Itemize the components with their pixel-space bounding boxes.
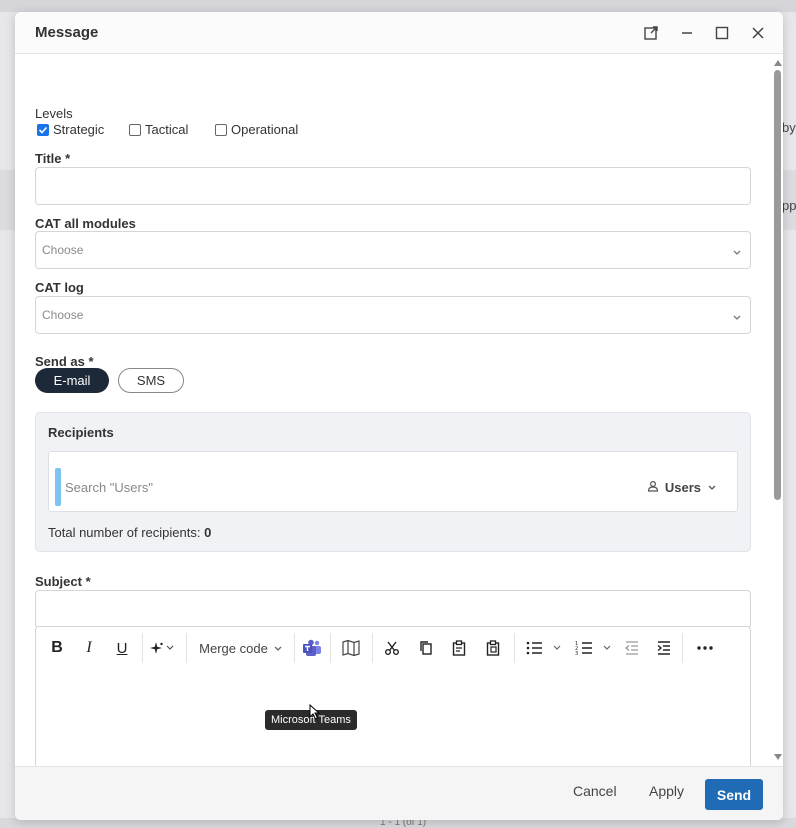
dialog-footer: Cancel Apply Send [15, 766, 783, 820]
italic-icon[interactable]: I [78, 635, 100, 661]
numbered-list-icon[interactable]: 123 [572, 635, 618, 661]
dialog-body: Levels Strategic Tactical Operational Ti… [15, 54, 771, 766]
popout-icon[interactable] [639, 21, 663, 45]
svg-text:3: 3 [575, 651, 578, 656]
more-icon[interactable] [692, 635, 718, 661]
cat-log-placeholder: Choose [42, 308, 84, 322]
recipients-search-box[interactable]: Search "Users" Users [48, 451, 738, 512]
toolbar-separator [186, 633, 187, 663]
toolbar-separator [682, 633, 683, 663]
bullet-list-icon[interactable] [522, 635, 568, 661]
toolbar-separator [294, 633, 295, 663]
recipients-total: Total number of recipients: 0 [48, 525, 212, 540]
level-tactical-option[interactable]: Tactical [129, 122, 188, 137]
cancel-button[interactable]: Cancel [573, 783, 617, 799]
levels-label: Levels [35, 106, 73, 121]
maximize-icon[interactable] [710, 21, 734, 45]
tactical-checkbox[interactable] [129, 123, 141, 136]
strategic-label: Strategic [53, 122, 105, 137]
tactical-label: Tactical [145, 122, 189, 137]
minimize-icon[interactable] [675, 21, 699, 45]
close-icon[interactable] [746, 21, 770, 45]
recipients-title: Recipients [48, 425, 114, 440]
search-focus-indicator [55, 468, 61, 506]
cat-all-modules-placeholder: Choose [42, 243, 84, 257]
chevron-down-icon [732, 309, 742, 327]
cat-log-label: CAT log [35, 280, 84, 295]
outdent-icon[interactable] [620, 635, 644, 661]
chevron-down-icon [732, 244, 742, 262]
background-text: by [782, 120, 796, 135]
merge-code-dropdown[interactable]: Merge code [196, 635, 286, 661]
apply-button[interactable]: Apply [649, 783, 684, 799]
recipients-search-input[interactable]: Search "Users" [65, 480, 153, 495]
scroll-up-arrow-icon[interactable] [774, 60, 782, 66]
map-icon[interactable] [338, 635, 364, 661]
chevron-down-icon [707, 480, 717, 495]
scroll-thumb[interactable] [774, 70, 781, 500]
toolbar-separator [372, 633, 373, 663]
mouse-cursor-icon [309, 703, 321, 725]
indent-icon[interactable] [652, 635, 676, 661]
bold-icon[interactable]: B [46, 635, 68, 661]
cut-icon[interactable] [380, 635, 404, 661]
scroll-down-arrow-icon[interactable] [774, 754, 782, 760]
paste-special-icon[interactable] [481, 635, 505, 661]
operational-checkbox[interactable] [215, 123, 227, 136]
dialog-title: Message [35, 24, 99, 41]
users-filter-label: Users [664, 480, 701, 495]
operational-label: Operational [231, 122, 299, 137]
microsoft-teams-icon[interactable] [300, 635, 324, 661]
toolbar-separator [514, 633, 515, 663]
message-dialog: Message Levels Strategic Tactical Operat… [15, 12, 783, 820]
strategic-checkbox[interactable] [37, 123, 49, 136]
background-topbar [0, 0, 796, 12]
title-input[interactable] [35, 167, 751, 205]
level-operational-option[interactable]: Operational [215, 122, 298, 137]
copy-icon[interactable] [414, 635, 438, 661]
subject-label: Subject * [35, 574, 91, 589]
dialog-header: Message [15, 12, 783, 54]
toolbar-separator [142, 633, 143, 663]
dialog-scrollbar[interactable] [771, 54, 783, 766]
user-icon [647, 480, 659, 495]
paste-icon[interactable] [447, 635, 471, 661]
underline-icon[interactable]: U [111, 635, 133, 661]
title-label: Title * [35, 151, 71, 166]
message-editor-content[interactable] [35, 667, 751, 766]
recipients-total-value: 0 [204, 525, 212, 540]
level-strategic-option[interactable]: Strategic [37, 122, 104, 137]
ai-sparkle-icon[interactable] [148, 635, 180, 661]
recipients-panel: Recipients Search "Users" Users Total nu… [35, 412, 751, 552]
editor-toolbar: B I U Merge code 1 2 3 [35, 626, 751, 668]
subject-input[interactable] [35, 590, 751, 628]
send-as-email-button[interactable]: E-mail [35, 368, 109, 393]
users-filter-dropdown[interactable]: Users [647, 480, 717, 495]
background-text: pp [782, 198, 796, 213]
send-as-label: Send as * [35, 354, 94, 369]
toolbar-separator [330, 633, 331, 663]
cat-all-modules-label: CAT all modules [35, 216, 136, 231]
send-button[interactable]: Send [705, 779, 763, 810]
cat-all-modules-select[interactable]: Choose [35, 231, 751, 269]
send-as-sms-button[interactable]: SMS [118, 368, 184, 393]
cat-log-select[interactable]: Choose [35, 296, 751, 334]
